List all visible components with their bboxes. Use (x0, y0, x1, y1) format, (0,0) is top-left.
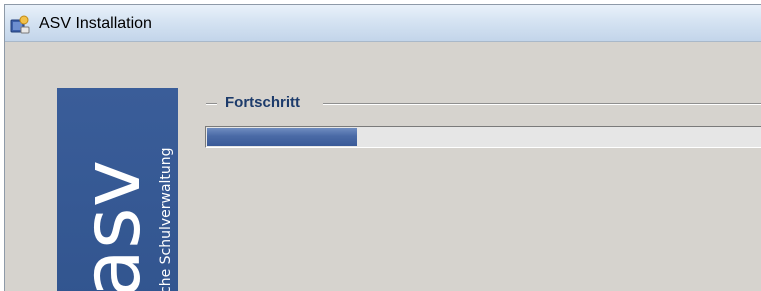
asv-logo-text: asv (65, 160, 158, 291)
progress-group-label: Fortschritt (225, 94, 300, 111)
title-bar[interactable]: ASV Installation (5, 5, 761, 42)
installation-progress-bar (205, 126, 761, 148)
asv-logo-subtitle: che Schulverwaltung (158, 147, 174, 291)
progress-bar-fill (207, 128, 357, 146)
asv-logo-graphic: asv che Schulverwaltung (65, 147, 174, 291)
group-border-left (206, 103, 217, 105)
installer-window: ASV Installation asv che Schulverwaltung… (4, 4, 761, 291)
installer-app-icon[interactable] (10, 14, 30, 34)
window-title: ASV Installation (39, 15, 152, 32)
asv-logo-panel: asv che Schulverwaltung (57, 88, 178, 291)
group-border-right (323, 103, 761, 105)
